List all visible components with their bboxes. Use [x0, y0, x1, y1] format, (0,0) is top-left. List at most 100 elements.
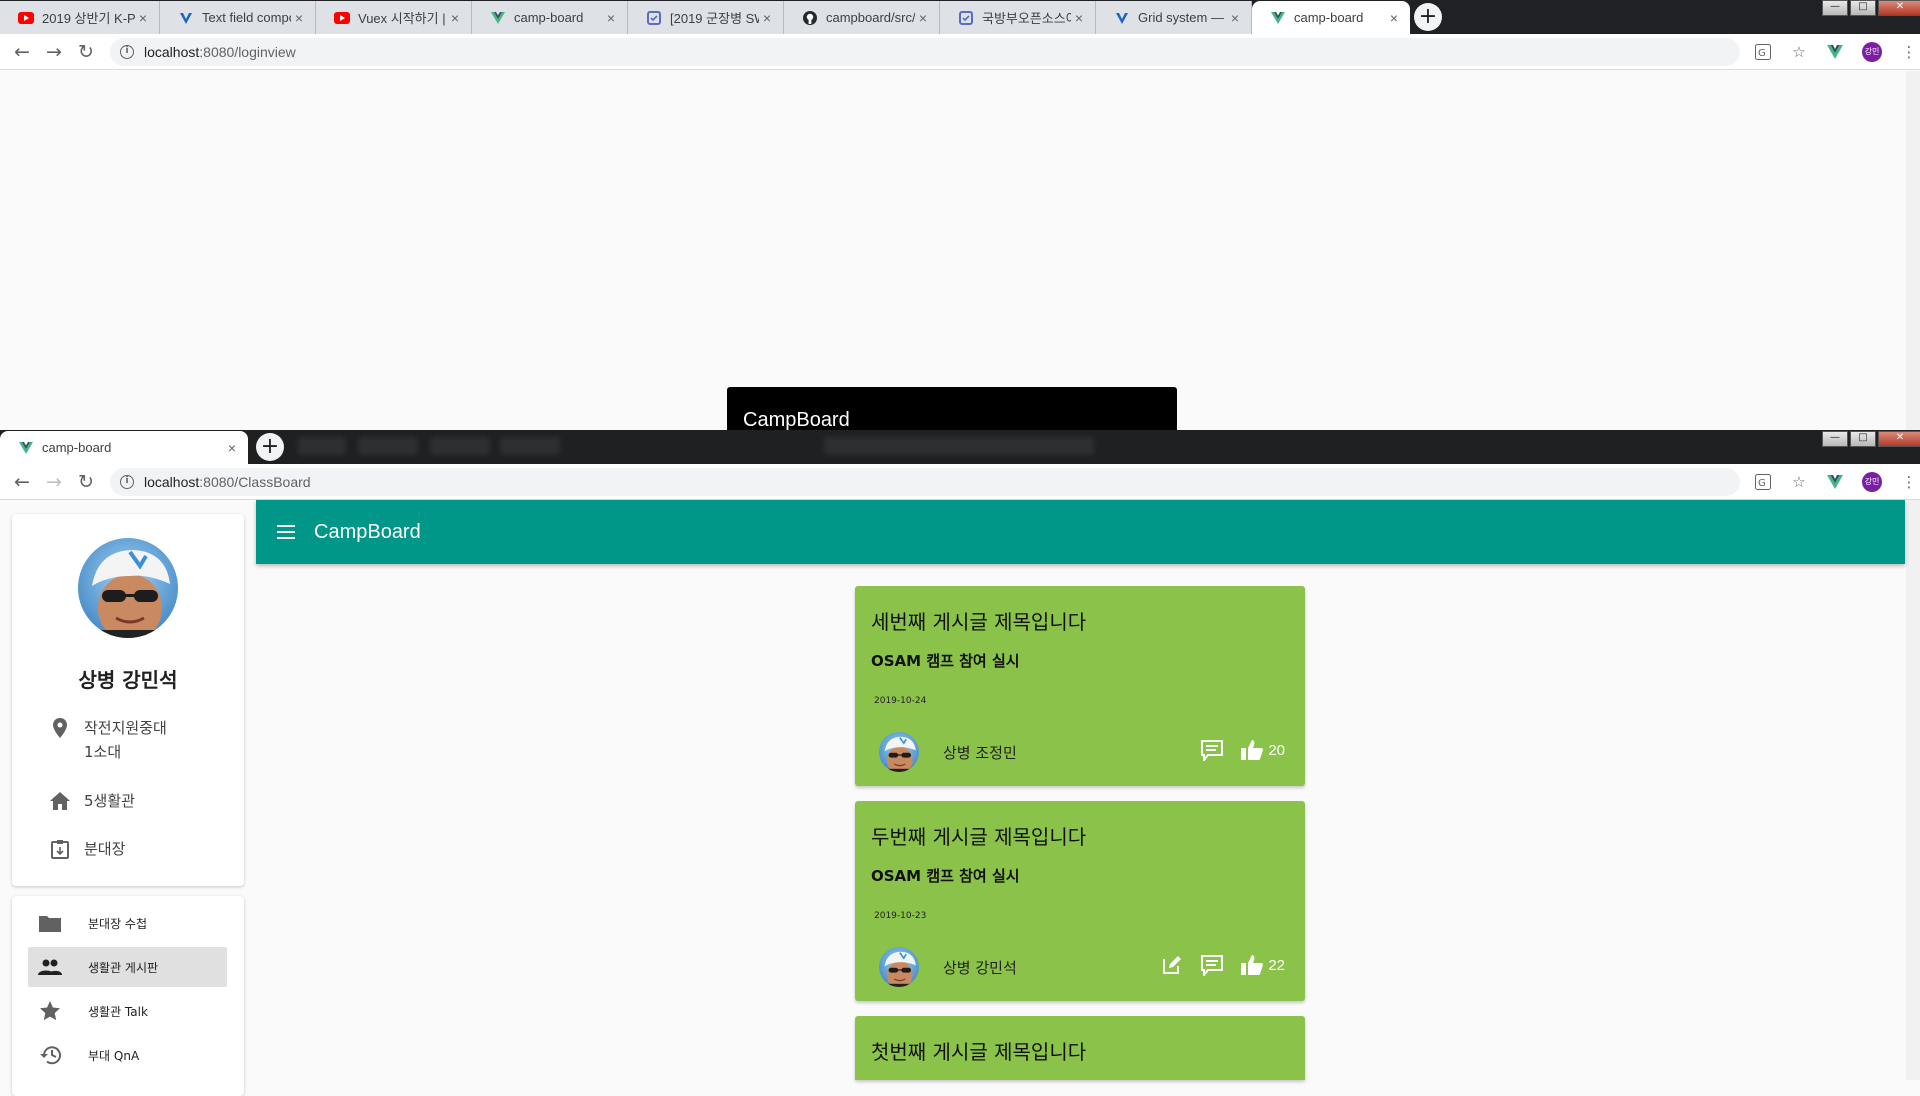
nav-item-barracks-board[interactable]: 생활관 게시판	[28, 947, 227, 987]
profile-barracks: 5생활관	[84, 792, 135, 810]
bottom-tab-active[interactable]: camp-board ×	[0, 431, 248, 464]
login-view-page	[0, 71, 1906, 430]
close-icon[interactable]: ×	[1386, 10, 1402, 26]
address-bar[interactable]: i localhost:8080/ClassBoard	[110, 467, 1740, 496]
comment-icon[interactable]	[1200, 953, 1224, 977]
profile-barracks-row: 5생활관	[48, 789, 135, 813]
tab-title: Grid system — Vuetify	[1138, 10, 1227, 25]
maximize-button[interactable]: □	[1850, 0, 1876, 16]
post-card[interactable]: 세번째 게시글 제목입니다 OSAM 캠프 참여 실시 2019-10-24 상…	[855, 586, 1305, 786]
app-bar: CampBoard	[256, 500, 1905, 564]
post-author: 상병 조정민	[943, 744, 1017, 762]
nav-item-barracks-talk[interactable]: 생활관 Talk	[28, 991, 227, 1031]
post-card[interactable]: 두번째 게시글 제목입니다 OSAM 캠프 참여 실시 2019-10-23 상…	[855, 801, 1305, 1001]
maximize-button[interactable]: □	[1850, 431, 1876, 447]
top-tab-4[interactable]: camp-board ×	[472, 1, 628, 34]
vue-devtools-icon[interactable]	[1826, 43, 1844, 61]
close-icon[interactable]: ×	[1227, 10, 1243, 26]
close-icon[interactable]: ×	[291, 10, 307, 26]
youtube-icon	[18, 10, 34, 26]
post-title[interactable]: 첫번째 게시글 제목입니다	[871, 1036, 1086, 1065]
tab-title: camp-board	[514, 10, 584, 25]
top-tab-8[interactable]: Grid system — Vuetify ×	[1096, 1, 1252, 34]
profile-avatar[interactable]: 강민	[1862, 471, 1882, 492]
back-icon[interactable]: ←	[6, 41, 38, 63]
top-tab-1[interactable]: 2019 상반기 K-POP 아이 ×	[0, 1, 160, 34]
comment-icon[interactable]	[1200, 738, 1224, 762]
close-icon[interactable]: ×	[915, 10, 931, 26]
close-icon[interactable]: ×	[447, 10, 463, 26]
new-tab-button[interactable]: +	[1414, 3, 1442, 31]
profile-platoon: 1소대	[84, 743, 122, 761]
nav-label: 생활관 Talk	[88, 1004, 148, 1019]
minimize-button[interactable]: —	[1822, 0, 1848, 16]
like-count: 22	[1268, 956, 1285, 974]
blurred-taskbar-item	[298, 437, 346, 455]
forward-icon[interactable]: →	[38, 41, 70, 63]
github-icon	[802, 10, 818, 26]
post-card[interactable]: 첫번째 게시글 제목입니다	[855, 1016, 1305, 1080]
top-tab-9-active[interactable]: camp-board ×	[1252, 1, 1410, 34]
reload-icon[interactable]: ↻	[70, 41, 102, 63]
like-count: 20	[1268, 741, 1285, 759]
url-path: :8080/loginview	[199, 43, 296, 60]
top-tab-3[interactable]: Vuex 시작하기 | VueJS ×	[316, 1, 472, 34]
close-icon[interactable]: ×	[759, 10, 775, 26]
tab-title: 2019 상반기 K-POP 아이	[42, 11, 135, 26]
post-title[interactable]: 세번째 게시글 제목입니다	[871, 606, 1086, 635]
post-subtitle: OSAM 캠프 참여 실시	[871, 867, 1020, 885]
close-icon[interactable]: ×	[224, 440, 240, 456]
scrollbar[interactable]	[1906, 71, 1920, 430]
thumb-up-icon[interactable]	[1240, 738, 1264, 762]
window-controls: — □ ✕	[1822, 0, 1920, 16]
new-tab-button[interactable]: +	[256, 433, 284, 461]
translate-icon[interactable]: G	[1754, 43, 1772, 61]
blurred-taskbar-item	[358, 437, 418, 455]
bookmark-star-icon[interactable]: ☆	[1790, 473, 1808, 491]
bookmark-star-icon[interactable]: ☆	[1790, 43, 1808, 61]
tab-title: camp-board	[1294, 10, 1364, 25]
post-title[interactable]: 두번째 게시글 제목입니다	[871, 821, 1086, 850]
top-toolbar: ← → ↻ i localhost:8080/loginview G ☆ 강민 …	[0, 34, 1920, 70]
kebab-menu-icon[interactable]: ⋮	[1900, 43, 1918, 61]
nav-item-unit-qna[interactable]: 부대 QnA	[28, 1035, 227, 1075]
thumb-up-icon[interactable]	[1240, 953, 1264, 977]
close-icon[interactable]: ×	[135, 10, 151, 26]
bottom-toolbar: ← → ↻ i localhost:8080/ClassBoard G ☆ 강민…	[0, 464, 1920, 500]
hamburger-menu-icon[interactable]	[274, 520, 298, 544]
info-icon[interactable]: i	[120, 44, 134, 59]
profile-avatar[interactable]: 강민	[1862, 41, 1882, 62]
minimize-button[interactable]: —	[1822, 431, 1848, 447]
nav-label: 분대장 수첩	[88, 916, 148, 931]
svg-text:G: G	[1758, 48, 1766, 59]
url-host: localhost	[144, 43, 200, 60]
top-tab-7[interactable]: 국방부오픈소스아카데미 ×	[940, 1, 1096, 34]
youtube-icon	[334, 10, 350, 26]
reload-icon[interactable]: ↻	[70, 471, 102, 493]
back-icon[interactable]: ←	[6, 471, 38, 493]
vuetify-icon	[1114, 10, 1130, 26]
window-controls: — □ ✕	[1822, 431, 1920, 447]
post-date: 2019-10-23	[874, 911, 927, 921]
window-close-button[interactable]: ✕	[1878, 431, 1920, 447]
tab-title: Text field component -	[202, 10, 291, 25]
info-icon[interactable]: i	[120, 474, 134, 489]
nav-item-squad-notebook[interactable]: 분대장 수첩	[28, 903, 227, 943]
window-close-button[interactable]: ✕	[1878, 0, 1920, 16]
kebab-menu-icon[interactable]: ⋮	[1900, 473, 1918, 491]
top-tab-2[interactable]: Text field component - ×	[160, 1, 316, 34]
vuetify-icon	[178, 10, 194, 26]
close-icon[interactable]: ×	[1071, 10, 1087, 26]
forward-icon[interactable]: →	[38, 471, 70, 493]
top-tab-6[interactable]: campboard/src/compo ×	[784, 1, 940, 34]
address-bar[interactable]: i localhost:8080/loginview	[110, 37, 1740, 66]
close-icon[interactable]: ×	[603, 10, 619, 26]
vue-devtools-icon[interactable]	[1826, 473, 1844, 491]
blurred-window-title	[824, 437, 1094, 455]
top-tab-5[interactable]: [2019 군장병 SW캠프] ×	[628, 1, 784, 34]
scrollbar[interactable]	[1906, 500, 1920, 1080]
translate-icon[interactable]: G	[1754, 473, 1772, 491]
blurred-taskbar-item	[500, 437, 560, 455]
edit-icon[interactable]	[1160, 953, 1184, 977]
login-card-header: CampBoard	[727, 387, 1177, 431]
